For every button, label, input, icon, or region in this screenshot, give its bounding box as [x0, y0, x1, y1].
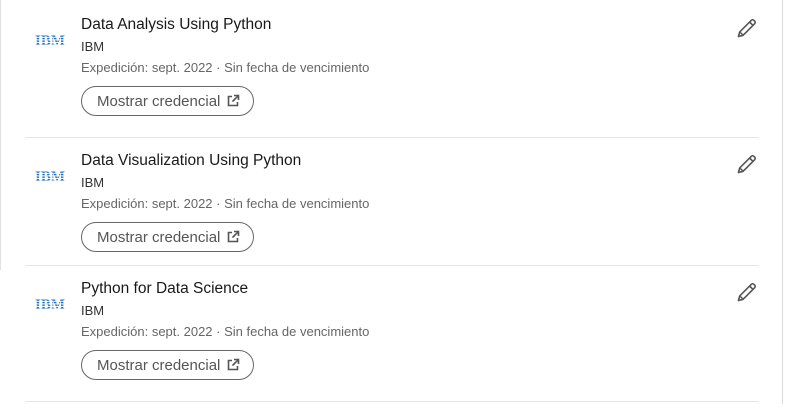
ibm-logo-icon: IBM [35, 297, 65, 313]
show-credential-label: Mostrar credencial [97, 92, 221, 110]
external-link-icon [228, 230, 240, 243]
show-credential-button[interactable]: Mostrar credencial [81, 222, 255, 252]
certification-title: Python for Data Science [81, 280, 249, 297]
ibm-logo-icon: IBM [35, 169, 65, 185]
show-credential-label: Mostrar credencial [97, 228, 221, 246]
certifications-panel: IBM Data Analysis Using Python IBM Exped… [0, 0, 788, 412]
divider [25, 137, 759, 138]
ibm-logo-icon: IBM [35, 33, 65, 49]
panel-left-border [0, 0, 1, 270]
divider [25, 401, 759, 402]
certification-issuer: IBM [81, 303, 105, 318]
pencil-icon[interactable] [735, 152, 759, 176]
panel-right-border [782, 0, 783, 404]
show-credential-label: Mostrar credencial [97, 356, 221, 374]
certification-title: Data Analysis Using Python [81, 16, 272, 33]
certification-issue-date: Expedición: sept. 2022 · Sin fecha de ve… [81, 60, 370, 75]
external-link-icon [228, 94, 240, 107]
certification-issuer: IBM [81, 175, 105, 190]
pencil-icon[interactable] [735, 16, 759, 40]
external-link-icon [228, 358, 240, 371]
show-credential-button[interactable]: Mostrar credencial [81, 86, 255, 116]
certification-issue-date: Expedición: sept. 2022 · Sin fecha de ve… [81, 324, 370, 339]
certification-issue-date: Expedición: sept. 2022 · Sin fecha de ve… [81, 196, 370, 211]
svg-text:IBM: IBM [35, 297, 65, 313]
certification-issuer: IBM [81, 39, 105, 54]
certification-title: Data Visualization Using Python [81, 152, 302, 169]
svg-text:IBM: IBM [35, 169, 65, 185]
show-credential-button[interactable]: Mostrar credencial [81, 350, 255, 380]
divider [25, 265, 759, 266]
pencil-icon[interactable] [735, 280, 759, 304]
svg-text:IBM: IBM [35, 33, 65, 49]
